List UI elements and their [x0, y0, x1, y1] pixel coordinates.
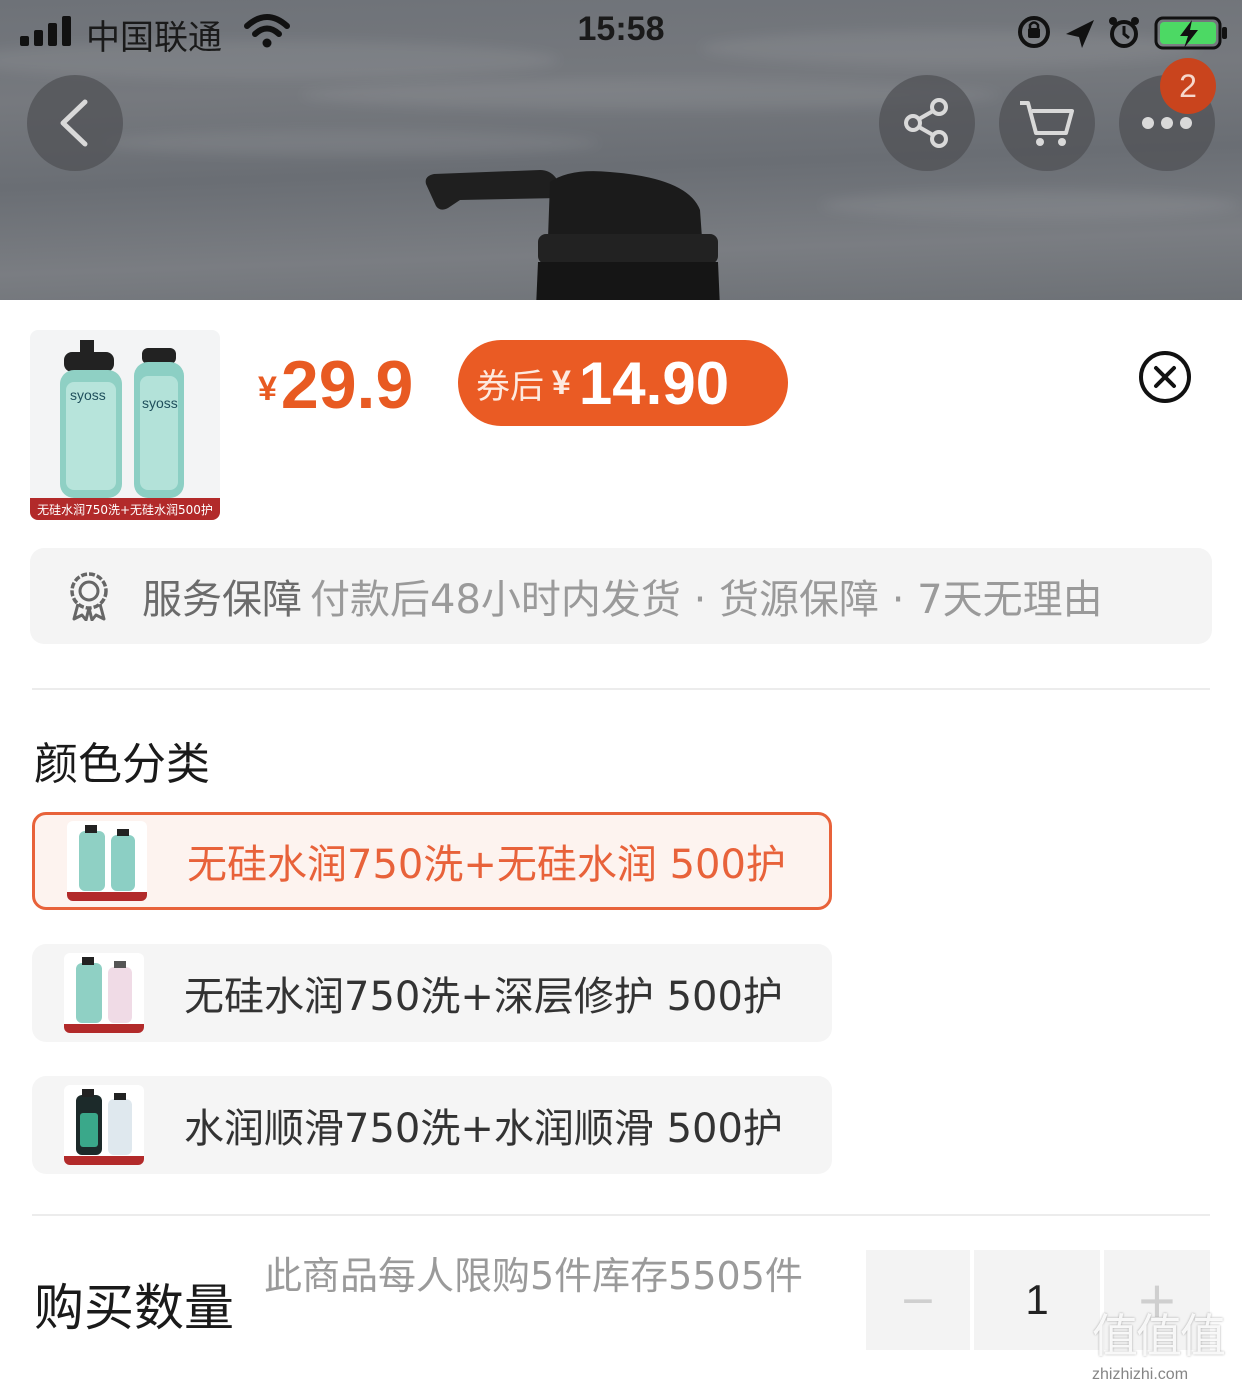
- more-dots-icon: [1142, 117, 1192, 129]
- product-thumbnail[interactable]: syoss syoss 无硅水润750洗+无硅水润500护: [30, 330, 220, 520]
- svg-text:syoss: syoss: [70, 387, 106, 403]
- variant-option-3[interactable]: 水润顺滑750洗+水润顺滑 500护: [32, 1076, 832, 1174]
- coupon-currency: ¥: [552, 363, 571, 402]
- variant-label: 无硅水润750洗+无硅水润 500护: [187, 842, 786, 888]
- cart-icon: [1020, 101, 1074, 146]
- divider: [32, 688, 1210, 690]
- currency-symbol: ¥: [258, 370, 277, 408]
- service-description: 付款后48小时内发货 · 货源保障 · 7天无理由: [310, 577, 1103, 623]
- cart-badge: 2: [1160, 58, 1216, 114]
- coupon-label: 券后: [476, 366, 544, 407]
- status-icons: [1018, 16, 1227, 50]
- status-bar: 中国联通 15:58: [0, 0, 1242, 64]
- sku-selection-sheet: syoss syoss 无硅水润750洗+无硅水润500护 ¥29.9 券后 ¥…: [0, 300, 1242, 1388]
- chevron-left-icon: [60, 99, 88, 147]
- divider: [32, 1214, 1210, 1216]
- battery-charging-icon: [1154, 16, 1227, 50]
- coupon-price: 14.90: [578, 349, 730, 417]
- decrement-button[interactable]: −: [866, 1250, 970, 1350]
- close-icon[interactable]: [1138, 350, 1192, 404]
- variant-option-2[interactable]: 无硅水润750洗+深层修护 500护: [32, 944, 832, 1042]
- service-title: 服务保障: [142, 577, 302, 623]
- location-arrow-icon: [1066, 20, 1094, 48]
- share-icon: [904, 98, 948, 148]
- variant-thumbnail: [64, 953, 144, 1033]
- back-button[interactable]: [27, 75, 123, 171]
- variant-thumbnail: [67, 821, 147, 901]
- alarm-icon: [1109, 17, 1139, 48]
- cart-button[interactable]: [999, 75, 1095, 171]
- bottle-pump-image: [425, 170, 720, 300]
- quantity-title: 购买数量: [34, 1279, 234, 1337]
- rotation-lock-icon: [1018, 16, 1050, 48]
- original-price: ¥29.9: [258, 346, 413, 424]
- thumbnail-caption: 无硅水润750洗+无硅水润500护: [30, 498, 220, 520]
- price-value: 29.9: [280, 347, 414, 423]
- variant-option-1[interactable]: 无硅水润750洗+无硅水润 500护: [32, 812, 832, 910]
- variant-section-title: 颜色分类: [34, 739, 210, 790]
- watermark-logo: 值值值 zhizhizhi.com: [1092, 1309, 1226, 1383]
- variant-thumbnail: [64, 1085, 144, 1165]
- award-badge-icon: [70, 572, 108, 621]
- variant-label: 无硅水润750洗+深层修护 500护: [184, 974, 783, 1020]
- variant-label: 水润顺滑750洗+水润顺滑 500护: [184, 1106, 783, 1152]
- share-button[interactable]: [879, 75, 975, 171]
- quantity-value[interactable]: 1: [974, 1250, 1100, 1350]
- service-guarantee-row[interactable]: 服务保障 付款后48小时内发货 · 货源保障 · 7天无理由: [30, 548, 1212, 644]
- shampoo-bottles-image: syoss syoss: [60, 340, 184, 498]
- quantity-limit-note: 此商品每人限购5件库存5505件: [264, 1254, 803, 1298]
- coupon-price-pill: 券后 ¥ 14.90: [458, 340, 788, 426]
- svg-text:syoss: syoss: [142, 395, 178, 411]
